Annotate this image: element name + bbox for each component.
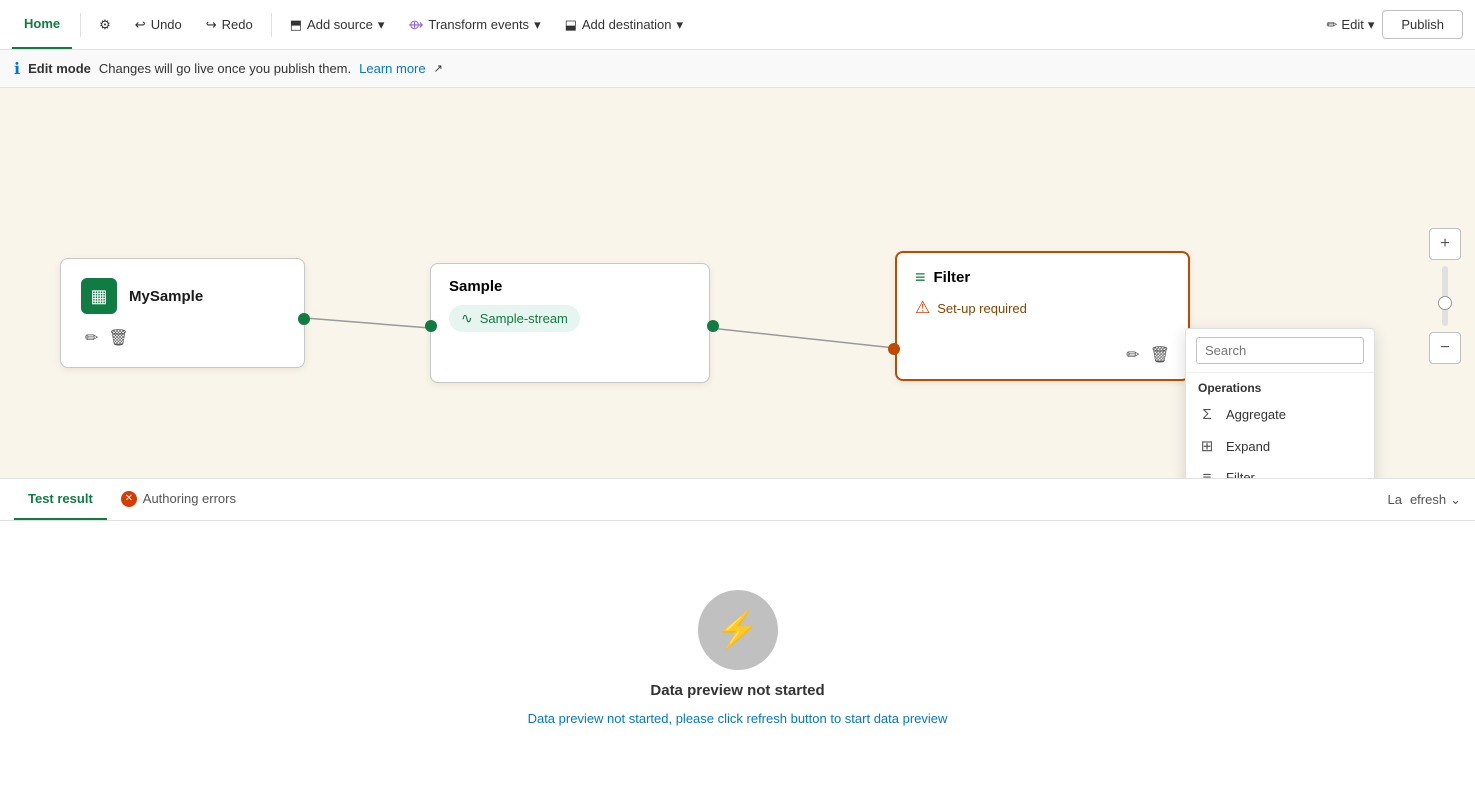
edit-mode-label: Edit mode xyxy=(28,61,91,76)
dropdown-menu: Operations Σ Aggregate ⊞ Expand ≡ Filter… xyxy=(1185,328,1375,478)
add-source-button[interactable]: ⬒ Add source ▾ xyxy=(280,12,395,38)
last-refreshed-label: La xyxy=(1387,492,1401,507)
filter-delete-button[interactable]: 🗑 xyxy=(1150,345,1170,365)
learn-more-link[interactable]: Learn more xyxy=(359,61,425,76)
redo-icon: ↪ xyxy=(206,17,217,33)
dropdown-item-aggregate[interactable]: Σ Aggregate xyxy=(1186,399,1374,430)
node-mysample: ▦ MySample ✏ 🗑 xyxy=(60,258,305,368)
filter-title: Filter xyxy=(934,269,971,286)
warning-icon: ⚠ xyxy=(915,298,930,318)
undo-label: Undo xyxy=(151,17,182,32)
tab-authoring-errors[interactable]: ✕ Authoring errors xyxy=(107,479,250,520)
top-nav: Home ⚙ ↩ Undo ↪ Redo ⬒ Add source ▾ ⟴ Tr… xyxy=(0,0,1475,50)
refresh-chevron-icon: ⌄ xyxy=(1450,492,1461,508)
conn-dot-sample-out xyxy=(707,320,719,332)
zoom-slider[interactable] xyxy=(1442,266,1448,326)
mysample-title: MySample xyxy=(129,288,203,305)
undo-icon: ↩ xyxy=(135,17,146,33)
transform-label: Transform events xyxy=(428,17,529,32)
sample-stream-label: Sample-stream xyxy=(480,311,568,326)
authoring-errors-label: Authoring errors xyxy=(143,491,236,506)
stream-chip-icon: ∿ xyxy=(461,310,473,327)
bottom-tabs: Test result ✕ Authoring errors La efresh… xyxy=(0,479,1475,521)
node-sample: Sample ∿ Sample-stream xyxy=(430,263,710,383)
add-source-icon: ⬒ xyxy=(290,17,302,33)
edit-label: Edit xyxy=(1341,17,1363,32)
edit-pencil-icon: ✏ xyxy=(1327,17,1338,33)
info-bar: ℹ Edit mode Changes will go live once yo… xyxy=(0,50,1475,88)
mysample-actions: ✏ 🗑 xyxy=(81,328,284,348)
add-source-chevron-icon: ▾ xyxy=(378,17,385,33)
zoom-controls: + − xyxy=(1429,228,1461,364)
empty-state-icon: ⚡ xyxy=(698,590,778,670)
filter-warning: ⚠ Set-up required xyxy=(915,298,1170,318)
dropdown-item-filter[interactable]: ≡ Filter xyxy=(1186,462,1374,478)
aggregate-icon: Σ xyxy=(1198,406,1216,423)
dropdown-search-container xyxy=(1186,329,1374,373)
conn-dot-mysample-out xyxy=(298,313,310,325)
filter-icon: ≡ xyxy=(915,267,926,288)
nav-divider-2 xyxy=(271,13,272,37)
filter-label: Filter xyxy=(1226,470,1255,478)
nav-divider xyxy=(80,13,81,37)
undo-button[interactable]: ↩ Undo xyxy=(125,12,192,38)
operations-section-title: Operations xyxy=(1186,373,1374,399)
edit-chevron-icon: ▾ xyxy=(1368,17,1375,33)
mysample-edit-button[interactable]: ✏ xyxy=(85,328,98,348)
conn-dot-filter-in xyxy=(888,343,900,355)
error-count-badge: ✕ xyxy=(121,491,137,507)
empty-state: ⚡ Data preview not started Data preview … xyxy=(0,521,1475,795)
settings-button[interactable]: ⚙ xyxy=(89,12,121,38)
dropdown-item-expand[interactable]: ⊞ Expand xyxy=(1186,430,1374,462)
empty-state-title: Data preview not started xyxy=(650,682,824,699)
zoom-out-button[interactable]: − xyxy=(1429,332,1461,364)
tab-home[interactable]: Home xyxy=(12,0,72,49)
tab-test-result[interactable]: Test result xyxy=(14,479,107,520)
aggregate-label: Aggregate xyxy=(1226,407,1286,422)
edit-button[interactable]: ✏ Edit ▾ xyxy=(1327,17,1375,33)
filter-menu-icon: ≡ xyxy=(1198,469,1216,478)
authoring-errors-tab-content: ✕ Authoring errors xyxy=(121,491,236,507)
transform-events-button[interactable]: ⟴ Transform events ▾ xyxy=(398,12,550,38)
mysample-icon: ▦ xyxy=(81,278,117,314)
sample-title: Sample xyxy=(449,278,691,295)
redo-button[interactable]: ↪ Redo xyxy=(196,12,263,38)
mysample-delete-button[interactable]: 🗑 xyxy=(108,328,128,348)
transform-chevron-icon: ▾ xyxy=(534,17,541,33)
top-right-actions: ✏ Edit ▾ Publish xyxy=(1327,10,1463,39)
publish-button[interactable]: Publish xyxy=(1382,10,1463,39)
transform-icon: ⟴ xyxy=(408,17,423,33)
zoom-handle xyxy=(1438,296,1452,310)
redo-label: Redo xyxy=(222,17,253,32)
add-destination-icon: ⬓ xyxy=(565,17,577,33)
search-input[interactable] xyxy=(1196,337,1364,364)
node-filter: ≡ Filter ⚠ Set-up required ✏ 🗑 xyxy=(895,251,1190,381)
conn-dot-sample-in xyxy=(425,320,437,332)
expand-icon: ⊞ xyxy=(1198,437,1216,455)
refresh-button[interactable]: efresh ⌄ xyxy=(1410,492,1461,508)
filter-warning-text: Set-up required xyxy=(937,301,1027,316)
external-link-icon: ↗ xyxy=(434,62,443,75)
add-destination-chevron-icon: ▾ xyxy=(677,17,684,33)
add-source-label: Add source xyxy=(307,17,373,32)
bottom-right-actions: La efresh ⌄ xyxy=(1387,492,1461,508)
filter-edit-button[interactable]: ✏ xyxy=(1126,345,1139,365)
settings-icon: ⚙ xyxy=(99,17,111,33)
refresh-label: efresh xyxy=(1410,492,1446,507)
bottom-panel: Test result ✕ Authoring errors La efresh… xyxy=(0,478,1475,795)
filter-actions: ✏ 🗑 xyxy=(915,345,1170,365)
add-destination-label: Add destination xyxy=(582,17,672,32)
add-destination-button[interactable]: ⬓ Add destination ▾ xyxy=(555,12,693,38)
info-message: Changes will go live once you publish th… xyxy=(99,61,351,76)
expand-label: Expand xyxy=(1226,439,1270,454)
canvas-area: ▦ MySample ✏ 🗑 Sample ∿ Sample-stream ≡ … xyxy=(0,88,1475,478)
zoom-in-button[interactable]: + xyxy=(1429,228,1461,260)
empty-state-subtitle: Data preview not started, please click r… xyxy=(528,711,948,726)
sample-stream-chip: ∿ Sample-stream xyxy=(449,305,580,332)
info-icon: ℹ xyxy=(14,59,20,79)
